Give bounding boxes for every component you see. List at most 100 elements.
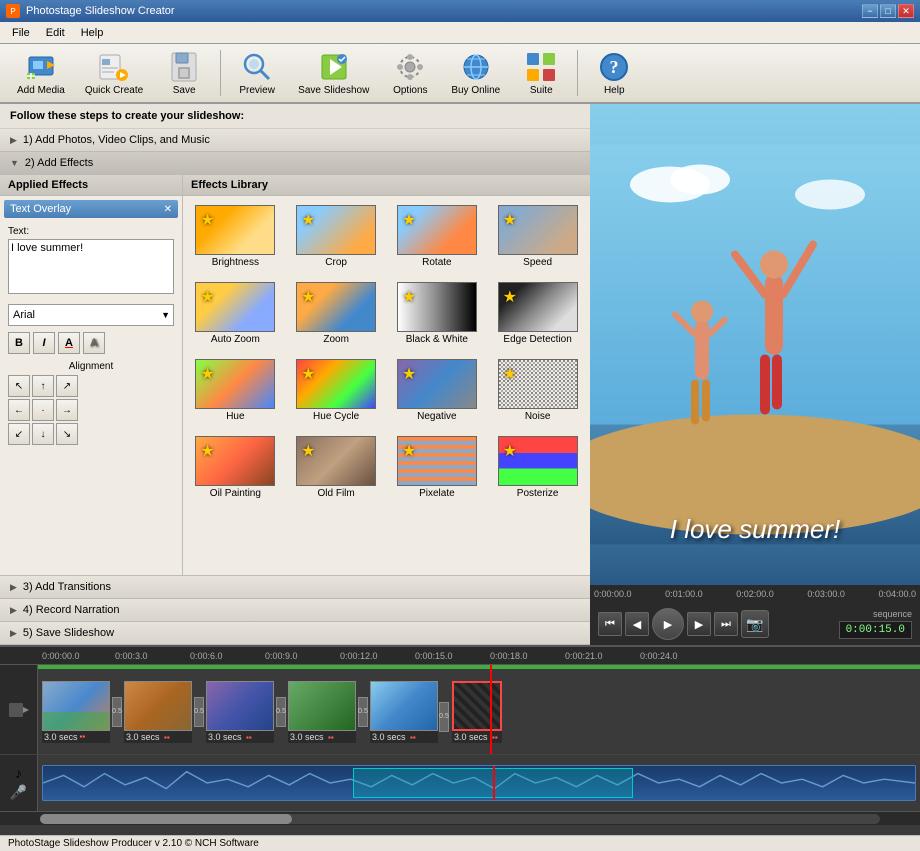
transport-controls: ⏮ ◀ ▶ ▶ ⏭ 📷 sequence 0:00:15.0 xyxy=(590,603,920,645)
step2-label: 2) Add Effects xyxy=(25,157,93,169)
quick-create-button[interactable]: Quick Create xyxy=(76,47,152,99)
scrollbar-thumb[interactable] xyxy=(40,814,292,824)
effect-autozoom[interactable]: ★ Auto Zoom xyxy=(187,277,284,350)
effect-speed[interactable]: ★ Speed xyxy=(489,200,586,273)
timeline-scrollbar[interactable] xyxy=(0,811,920,825)
clip-5[interactable]: 3.0 secs ▪▪ xyxy=(370,681,438,743)
align-topleft[interactable]: ↖ xyxy=(8,375,30,397)
suite-button[interactable]: Suite xyxy=(511,47,571,99)
transition-1: 0.5 xyxy=(111,697,123,727)
buy-online-button[interactable]: Buy Online xyxy=(442,47,509,99)
effect-oil[interactable]: ★ Oil Painting xyxy=(187,431,284,504)
next-frame-button[interactable]: ▶ xyxy=(687,612,711,636)
transition-4-visual: 0.5 xyxy=(358,697,368,727)
preview-scene: I love summer! xyxy=(590,104,920,585)
rotate-thumb: ★ xyxy=(397,205,477,255)
step5-item[interactable]: ▶ 5) Save Slideshow xyxy=(0,622,590,645)
effect-negative[interactable]: ★ Negative xyxy=(389,354,486,427)
save-icon xyxy=(168,51,200,83)
crop-star: ★ xyxy=(301,210,315,230)
text-input[interactable]: I love summer! xyxy=(8,239,174,294)
align-topright[interactable]: ↗ xyxy=(56,375,78,397)
align-top[interactable]: ↑ xyxy=(32,375,54,397)
align-bottom[interactable]: ↓ xyxy=(32,423,54,445)
app-title: Photostage Slideshow Creator xyxy=(26,5,862,17)
effect-posterize[interactable]: ★ Posterize xyxy=(489,431,586,504)
align-bottomright[interactable]: ↘ xyxy=(56,423,78,445)
autozoom-label: Auto Zoom xyxy=(211,334,260,345)
oldfilm-label: Old Film xyxy=(318,488,355,499)
clip-6-thumb xyxy=(452,681,502,731)
close-button[interactable]: ✕ xyxy=(898,4,914,18)
effect-crop[interactable]: ★ Crop xyxy=(288,200,385,273)
snapshot-button[interactable]: 📷 xyxy=(741,610,769,638)
time-display: 0:00:15.0 xyxy=(839,621,912,639)
clip-3[interactable]: 3.0 secs ▪▪ xyxy=(206,681,274,743)
align-left[interactable]: ← xyxy=(8,399,30,421)
save-button[interactable]: Save xyxy=(154,47,214,99)
color-button[interactable]: A xyxy=(58,332,80,354)
toolbar: Add Media Quick Create Save Preview Save… xyxy=(0,44,920,104)
oil-star: ★ xyxy=(200,441,214,461)
preview-button[interactable]: Preview xyxy=(227,47,287,99)
clip-5-duration-text: 3.0 secs xyxy=(372,732,406,742)
options-button[interactable]: Options xyxy=(380,47,440,99)
prev-frame-button[interactable]: ◀ xyxy=(625,612,649,636)
options-label: Options xyxy=(393,85,427,96)
clip-4[interactable]: 3.0 secs ▪▪ xyxy=(288,681,356,743)
effect-zoom[interactable]: ★ Zoom xyxy=(288,277,385,350)
clip-1[interactable]: 3.0 secs ▪▪ xyxy=(42,681,110,743)
skip-start-button[interactable]: ⏮ xyxy=(598,612,622,636)
minimize-button[interactable]: − xyxy=(862,4,878,18)
negative-thumb: ★ xyxy=(397,359,477,409)
align-center[interactable]: · xyxy=(32,399,54,421)
hue-thumb: ★ xyxy=(195,359,275,409)
help-icon: ? xyxy=(598,51,630,83)
bottom-steps: ▶ 3) Add Transitions ▶ 4) Record Narrati… xyxy=(0,575,590,645)
save-slideshow-button[interactable]: Save Slideshow xyxy=(289,47,378,99)
step1-arrow: ▶ xyxy=(10,135,17,146)
sequence-label: sequence xyxy=(873,609,912,619)
effect-bw[interactable]: ★ Black & White xyxy=(389,277,486,350)
menu-help[interactable]: Help xyxy=(73,25,112,41)
align-right[interactable]: → xyxy=(56,399,78,421)
preview-svg xyxy=(590,104,920,585)
italic-button[interactable]: I xyxy=(33,332,55,354)
brightness-label: Brightness xyxy=(212,257,259,268)
bw-label: Black & White xyxy=(406,334,468,345)
bold-button[interactable]: B xyxy=(8,332,30,354)
shadow-button[interactable]: A xyxy=(83,332,105,354)
effect-huecycle[interactable]: ★ Hue Cycle xyxy=(288,354,385,427)
ruler-18: 0:00:18.0 xyxy=(490,651,528,661)
effect-hue[interactable]: ★ Hue xyxy=(187,354,284,427)
menu-bar: File Edit Help xyxy=(0,22,920,44)
menu-file[interactable]: File xyxy=(4,25,38,41)
skip-end-button[interactable]: ⏭ xyxy=(714,612,738,636)
step4-item[interactable]: ▶ 4) Record Narration xyxy=(0,599,590,622)
clip-1-icon: ▪▪ xyxy=(80,732,86,741)
play-button[interactable]: ▶ xyxy=(652,608,684,640)
effect-pixelate[interactable]: ★ Pixelate xyxy=(389,431,486,504)
clip-6-active[interactable]: 3.0 secs ▪▪ xyxy=(452,681,502,743)
effect-rotate[interactable]: ★ Rotate xyxy=(389,200,486,273)
font-select[interactable]: Arial Times New Roman Verdana xyxy=(8,304,174,326)
step5-arrow: ▶ xyxy=(10,628,17,639)
step2-item[interactable]: ▼ 2) Add Effects xyxy=(0,152,590,175)
text-overlay-tag[interactable]: Text Overlay ✕ xyxy=(4,200,178,218)
oil-label: Oil Painting xyxy=(210,488,261,499)
effect-oldfilm[interactable]: ★ Old Film xyxy=(288,431,385,504)
step3-item[interactable]: ▶ 3) Add Transitions xyxy=(0,576,590,599)
clip-2[interactable]: 3.0 secs ▪▪ xyxy=(124,681,192,743)
align-bottomleft[interactable]: ↙ xyxy=(8,423,30,445)
effect-noise[interactable]: ★ Noise xyxy=(489,354,586,427)
step3-arrow: ▶ xyxy=(10,582,17,593)
text-overlay-close[interactable]: ✕ xyxy=(164,204,172,215)
effect-edge[interactable]: ★ Edge Detection xyxy=(489,277,586,350)
help-button[interactable]: ? Help xyxy=(584,47,644,99)
step1-item[interactable]: ▶ 1) Add Photos, Video Clips, and Music xyxy=(0,129,590,152)
maximize-button[interactable]: □ xyxy=(880,4,896,18)
menu-edit[interactable]: Edit xyxy=(38,25,73,41)
oldfilm-star: ★ xyxy=(301,441,315,461)
effect-brightness[interactable]: ★ Brightness xyxy=(187,200,284,273)
add-media-button[interactable]: Add Media xyxy=(8,47,74,99)
